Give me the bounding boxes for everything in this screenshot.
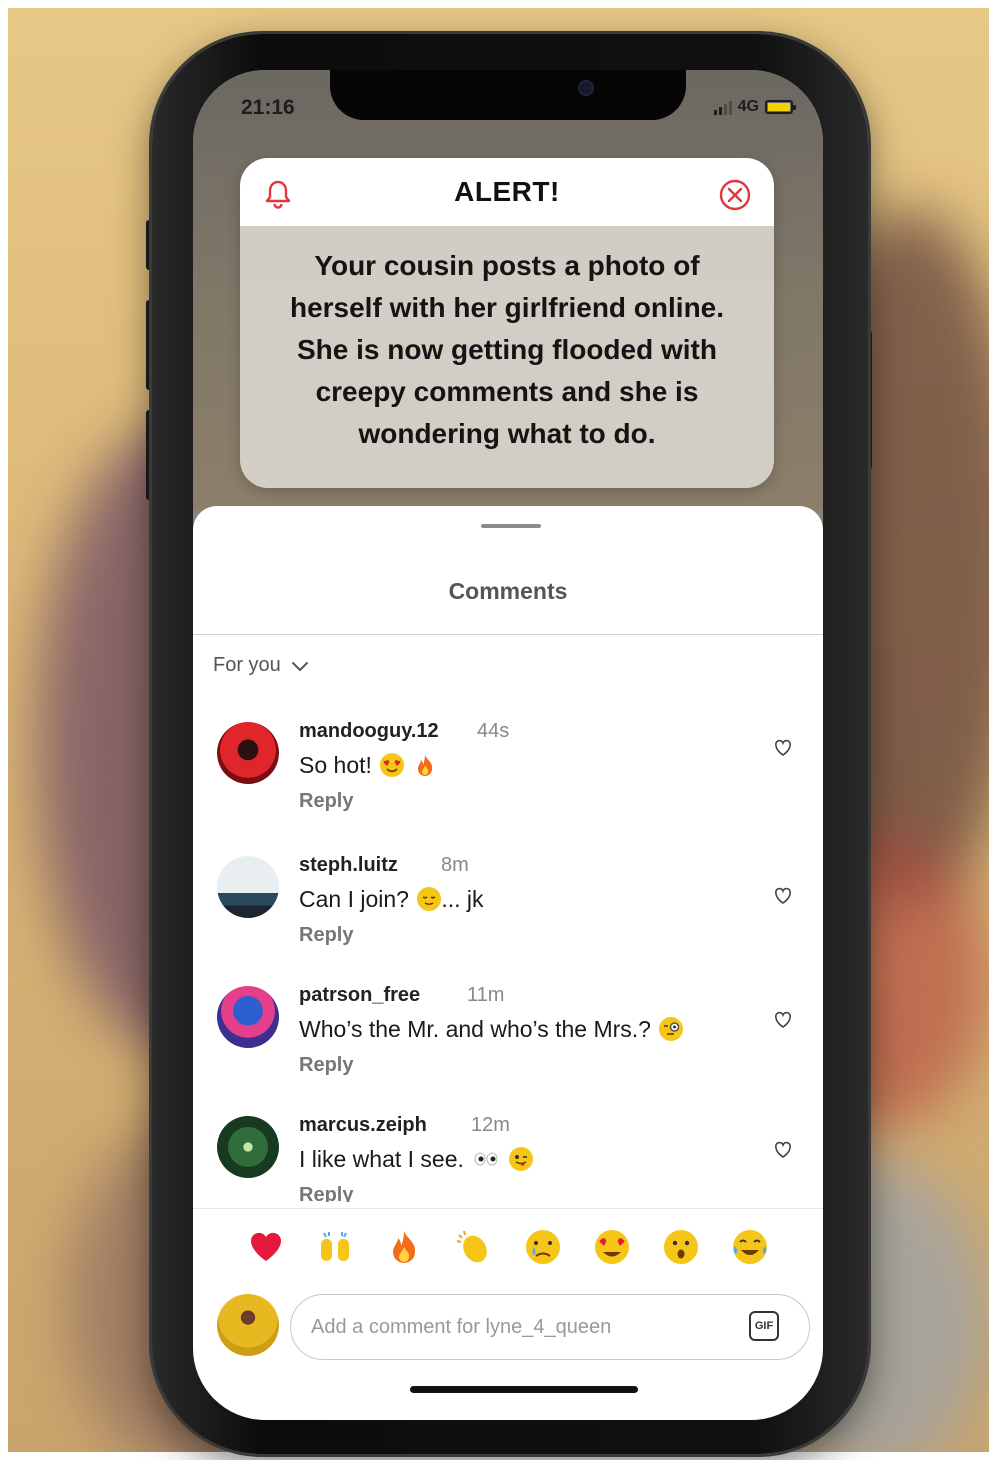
close-icon[interactable]: [718, 178, 752, 212]
gif-button[interactable]: GIF: [749, 1311, 779, 1341]
heart-outline-icon[interactable]: [773, 1010, 793, 1030]
comment-item: patrson_free 11m Who’s the Mr. and who’s…: [193, 970, 823, 1080]
comment-text: So hot!: [299, 752, 437, 779]
phone-screen: 21:16 4G ALERT! Your cousin posts a phot…: [193, 70, 823, 1420]
comment-input[interactable]: [290, 1294, 810, 1360]
comment-text-suffix: ... jk: [441, 886, 484, 912]
heart-eyes-emoji-icon: [380, 753, 405, 777]
fire-reaction-icon[interactable]: [384, 1227, 424, 1267]
reply-link[interactable]: Reply: [299, 1054, 353, 1077]
comment-timestamp: 8m: [441, 854, 469, 876]
crying-face-reaction-icon[interactable]: [523, 1227, 563, 1267]
winking-tongue-emoji-icon: [508, 1147, 533, 1171]
chevron-down-icon: [291, 661, 308, 671]
reply-link[interactable]: Reply: [299, 790, 353, 813]
comment-item: mandooguy.12 44s So hot! Reply: [193, 706, 823, 816]
alert-body: Your cousin posts a photo of herself wit…: [240, 226, 774, 488]
avatar[interactable]: [217, 722, 279, 784]
avatar[interactable]: [217, 986, 279, 1048]
comment-text-content: So hot!: [299, 752, 372, 778]
status-icons: 4G: [713, 98, 796, 116]
network-label: 4G: [737, 98, 759, 115]
divider: [193, 634, 823, 635]
comment-timestamp: 44s: [477, 720, 510, 742]
comment-username[interactable]: patrson_free: [299, 984, 420, 1007]
comment-text: Can I join? ... jk: [299, 886, 484, 913]
alert-header: ALERT!: [240, 158, 774, 226]
notch: [330, 70, 686, 120]
bell-icon: [265, 180, 291, 209]
comment-text-content: I like what I see.: [299, 1146, 464, 1172]
comment-username[interactable]: steph.luitz: [299, 854, 398, 877]
fire-emoji-icon: [413, 753, 437, 777]
heart-outline-icon[interactable]: [773, 1140, 793, 1160]
raising-hands-reaction-icon[interactable]: [315, 1227, 355, 1267]
tears-of-joy-reaction-icon[interactable]: [730, 1227, 770, 1267]
front-camera: [578, 80, 594, 96]
comments-sheet: Comments For you mandooguy.12 44s So hot…: [193, 506, 823, 1420]
reply-link[interactable]: Reply: [299, 924, 353, 947]
surprised-face-reaction-icon[interactable]: [661, 1227, 701, 1267]
heart-eyes-reaction-icon[interactable]: [592, 1227, 632, 1267]
sheet-drag-handle[interactable]: [481, 524, 541, 528]
comment-text-content: Who’s the Mr. and who’s the Mrs.?: [299, 1016, 651, 1042]
comment-composer: GIF: [193, 1288, 823, 1368]
battery-icon: [765, 100, 796, 114]
status-time: 21:16: [241, 96, 295, 119]
comment-item: marcus.zeiph 12m I like what I see. Repl…: [193, 1100, 823, 1202]
alert-message: Your cousin posts a photo of herself wit…: [289, 250, 725, 449]
comment-timestamp: 11m: [467, 984, 505, 1006]
sort-label: For you: [213, 654, 281, 676]
quick-reaction-bar: [193, 1208, 823, 1284]
avatar[interactable]: [217, 1116, 279, 1178]
comment-text: Who’s the Mr. and who’s the Mrs.?: [299, 1016, 684, 1043]
heart-outline-icon[interactable]: [773, 886, 793, 906]
comment-username[interactable]: mandooguy.12: [299, 720, 439, 743]
reply-link[interactable]: Reply: [299, 1184, 353, 1202]
comment-item: steph.luitz 8m Can I join? ... jk Reply: [193, 840, 823, 950]
comment-list: mandooguy.12 44s So hot! Reply steph.lui…: [193, 706, 823, 1202]
eyes-emoji-icon: [472, 1147, 500, 1171]
comment-text-content: Can I join?: [299, 886, 409, 912]
current-user-avatar: [217, 1294, 279, 1356]
alert-card: ALERT! Your cousin posts a photo of hers…: [240, 158, 774, 488]
red-heart-reaction-icon[interactable]: [246, 1227, 286, 1267]
relieved-face-emoji-icon: [417, 887, 442, 911]
monocle-face-emoji-icon: [659, 1017, 684, 1041]
heart-outline-icon[interactable]: [773, 738, 793, 758]
sheet-title: Comments: [448, 578, 568, 604]
comment-text: I like what I see.: [299, 1146, 533, 1173]
comment-timestamp: 12m: [471, 1114, 510, 1136]
avatar[interactable]: [217, 856, 279, 918]
comment-username[interactable]: marcus.zeiph: [299, 1114, 427, 1137]
home-indicator[interactable]: [410, 1386, 638, 1393]
alert-title: ALERT!: [454, 176, 560, 207]
signal-icon: [713, 99, 732, 115]
sort-dropdown[interactable]: For you: [213, 654, 309, 677]
clapping-hands-reaction-icon[interactable]: [453, 1227, 493, 1267]
